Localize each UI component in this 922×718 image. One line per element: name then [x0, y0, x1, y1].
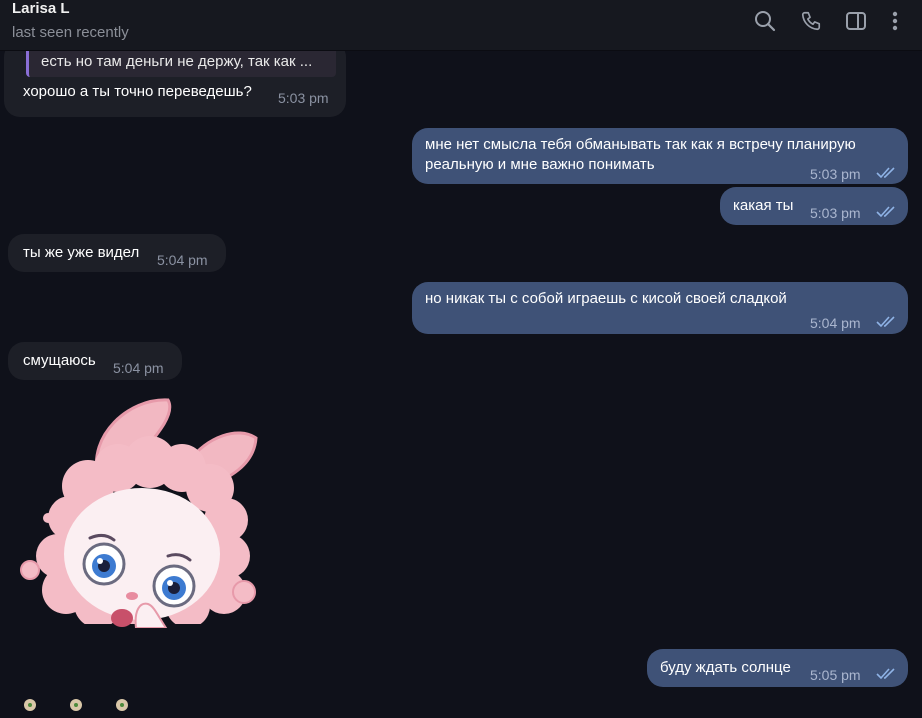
message-text: хорошо а ты точно переведешь? [23, 83, 252, 100]
message-outgoing[interactable]: но никак ты с собой играешь с кисой свое… [412, 282, 908, 334]
message-time: 5:04 pm [810, 315, 861, 331]
phone-icon[interactable] [798, 8, 824, 34]
read-checks-icon [876, 668, 895, 680]
pink-sheep-sticker-icon [20, 398, 258, 630]
reply-text: есть но там деньги не держу, так как ... [41, 53, 313, 70]
message-incoming[interactable]: N есть но там деньги не держу, так как .… [4, 36, 346, 117]
chat-header: Larisa L last seen recently [0, 0, 922, 51]
more-vertical-icon[interactable] [882, 8, 908, 34]
message-text: буду ждать солнце [660, 659, 791, 676]
chat-status: last seen recently [12, 24, 129, 41]
message-time: 5:03 pm [810, 166, 861, 182]
flower-icon [70, 699, 82, 711]
message-incoming[interactable]: смущаюсь 5:04 pm [8, 342, 182, 380]
message-time: 5:03 pm [278, 90, 329, 106]
message-text-line: мне нет смысла тебя обманывать так как я… [425, 136, 856, 153]
sidebar-toggle-icon[interactable] [843, 8, 869, 34]
search-icon[interactable] [752, 8, 778, 34]
message-text: смущаюсь [23, 352, 96, 369]
message-time: 5:04 pm [157, 252, 208, 268]
read-checks-icon [876, 167, 895, 179]
message-text: ты же уже видел [23, 244, 140, 261]
message-incoming[interactable]: ты же уже видел 5:04 pm [8, 234, 226, 272]
message-outgoing[interactable]: буду ждать солнце 5:05 pm [647, 649, 908, 687]
partial-emoji-row [16, 693, 146, 713]
read-checks-icon [876, 316, 895, 328]
message-text: какая ты [733, 197, 794, 214]
flower-icon [24, 699, 36, 711]
message-text-line: реальную и мне важно понимать [425, 156, 655, 173]
message-text: но никак ты с собой играешь с кисой свое… [425, 290, 787, 307]
read-checks-icon [876, 206, 895, 218]
message-time: 5:05 pm [810, 667, 861, 683]
message-list[interactable]: N есть но там деньги не держу, так как .… [0, 36, 922, 711]
chat-title[interactable]: Larisa L [12, 0, 70, 17]
message-time: 5:04 pm [113, 360, 164, 376]
message-time: 5:03 pm [810, 205, 861, 221]
sticker[interactable] [18, 396, 260, 630]
message-outgoing[interactable]: какая ты 5:03 pm [720, 187, 908, 225]
message-outgoing[interactable]: мне нет смысла тебя обманывать так как я… [412, 128, 908, 184]
flower-icon [116, 699, 128, 711]
